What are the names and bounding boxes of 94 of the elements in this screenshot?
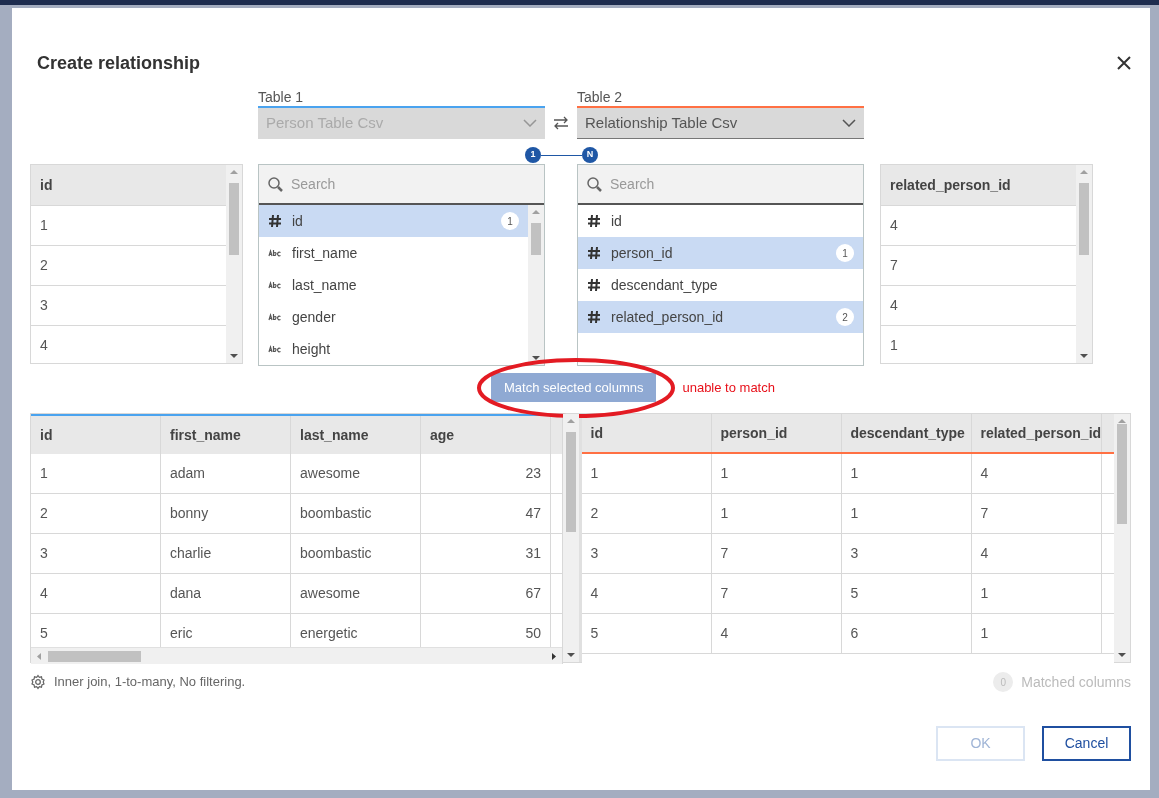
- table-cell: awesome: [291, 454, 421, 493]
- scroll-thumb[interactable]: [229, 183, 239, 255]
- table-cell: 4: [711, 614, 842, 653]
- column-list-item[interactable]: related_person_id 2: [578, 301, 863, 333]
- dialog-title: Create relationship: [37, 51, 201, 75]
- cardinality-badge: N: [582, 147, 598, 163]
- table-cell: awesome: [291, 574, 421, 613]
- table-cell: 1: [841, 494, 972, 533]
- text-type-icon: [268, 249, 282, 257]
- table-cell: 1: [971, 574, 1102, 613]
- search-field[interactable]: Search: [578, 165, 863, 205]
- horizontal-scrollbar[interactable]: [31, 647, 562, 664]
- scroll-thumb[interactable]: [531, 223, 541, 255]
- hash-icon: [587, 214, 601, 228]
- field-label: Table 2: [577, 88, 624, 106]
- table-cell: 1: [31, 454, 161, 493]
- order-badge: 1: [836, 244, 854, 262]
- table-cell: 3: [31, 286, 226, 326]
- table-cell: 4: [971, 454, 1102, 493]
- text-type-icon: [268, 313, 282, 321]
- table-cell: 4: [971, 534, 1102, 573]
- settings-icon: [30, 674, 46, 690]
- table-cell: 5: [841, 574, 972, 613]
- close-icon: [1117, 56, 1131, 70]
- close-button[interactable]: [1116, 55, 1132, 71]
- table-cell: 47: [421, 494, 551, 533]
- swap-icon: [553, 115, 569, 130]
- search-field[interactable]: Search: [259, 165, 544, 205]
- table-cell: 4: [31, 574, 161, 613]
- hash-icon: [268, 214, 282, 228]
- column-header: person_id: [711, 414, 842, 452]
- error-message: unable to match: [682, 378, 775, 397]
- hash-icon: [587, 246, 601, 260]
- table-cell: boombastic: [291, 494, 421, 533]
- table-cell: 2: [31, 494, 161, 533]
- vertical-scrollbar[interactable]: [1114, 414, 1130, 662]
- table-cell: 1: [881, 326, 1076, 363]
- table-cell: 4: [881, 206, 1076, 246]
- table-cell: 5: [581, 614, 712, 653]
- table-cell: 4: [581, 574, 712, 613]
- text-type-icon: [268, 281, 282, 289]
- search-icon: [267, 176, 285, 194]
- table-cell: 1: [711, 454, 842, 493]
- hash-icon: [587, 278, 601, 292]
- table-cell: 1: [841, 454, 972, 493]
- column-header: related_person_id: [881, 165, 1076, 206]
- table-cell: dana: [161, 574, 291, 613]
- table-cell: 1: [31, 206, 226, 246]
- table-cell: 7: [711, 574, 842, 613]
- table-cell: 23: [421, 454, 551, 493]
- connector-line: [541, 154, 582, 156]
- table-cell: 4: [881, 286, 1076, 326]
- search-icon: [586, 176, 604, 194]
- table-cell: 2: [31, 246, 226, 286]
- column-list-item[interactable]: person_id 1: [578, 237, 863, 269]
- table-cell: 7: [971, 494, 1102, 533]
- table-cell: adam: [161, 454, 291, 493]
- table-cell: 1: [581, 454, 712, 493]
- table-cell: 31: [421, 534, 551, 573]
- table-cell: 7: [711, 534, 842, 573]
- scroll-thumb[interactable]: [48, 651, 141, 662]
- table-cell: 4: [31, 326, 226, 363]
- hash-icon: [587, 310, 601, 324]
- table-cell: 3: [581, 534, 712, 573]
- chevron-down-icon: [842, 119, 856, 127]
- table-cell: boombastic: [291, 534, 421, 573]
- cancel-button[interactable]: Cancel: [1042, 726, 1131, 761]
- table-cell: 6: [841, 614, 972, 653]
- field-label: Table 1: [258, 88, 305, 106]
- cardinality-badge: 1: [525, 147, 541, 163]
- order-badge: 1: [501, 212, 519, 230]
- vertical-scrollbar[interactable]: [528, 205, 544, 365]
- join-summary: Inner join, 1-to-many, No filtering.: [54, 673, 246, 692]
- table-cell: 1: [711, 494, 842, 533]
- table-cell: 3: [841, 534, 972, 573]
- column-header: related_person_id: [971, 414, 1102, 452]
- column-header: id: [31, 165, 226, 206]
- table-cell: charlie: [161, 534, 291, 573]
- column-list-item[interactable]: id 1: [259, 205, 528, 237]
- table-cell: bonny: [161, 494, 291, 533]
- chevron-down-icon: [523, 119, 537, 127]
- table-cell: 7: [881, 246, 1076, 286]
- matched-columns-label: Matched columns: [1021, 672, 1131, 692]
- table-cell: 2: [581, 494, 712, 533]
- table-cell: 3: [31, 534, 161, 573]
- scroll-thumb[interactable]: [1079, 183, 1089, 255]
- scroll-thumb[interactable]: [565, 432, 576, 532]
- table-dropdown[interactable]: Relationship Table Csv: [577, 106, 864, 139]
- order-badge: 2: [836, 308, 854, 326]
- table-cell: 67: [421, 574, 551, 613]
- text-type-icon: [268, 345, 282, 353]
- table-cell: 1: [971, 614, 1102, 653]
- column-header: descendant_type: [841, 414, 972, 452]
- scroll-thumb[interactable]: [1117, 424, 1127, 524]
